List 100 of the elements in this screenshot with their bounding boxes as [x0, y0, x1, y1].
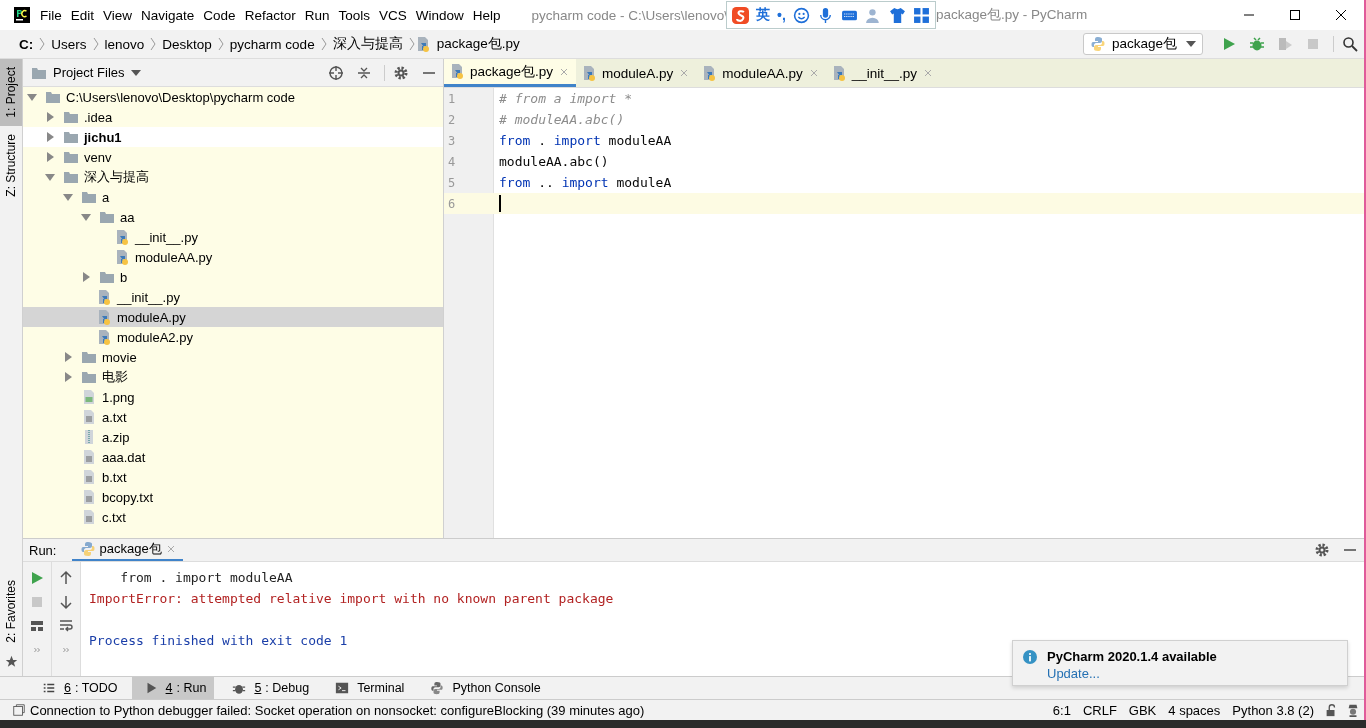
tree-item[interactable]: venv	[23, 147, 443, 167]
run-icon[interactable]	[1221, 36, 1237, 52]
inspector-icon[interactable]	[1346, 703, 1360, 717]
tool-window-tab[interactable]: 2: Favorites	[0, 572, 22, 651]
line-number: 1	[447, 91, 457, 106]
menu-item[interactable]: Navigate	[141, 7, 195, 23]
collapsed-arrow-icon[interactable]	[45, 132, 55, 142]
menu-item[interactable]: VCS	[378, 7, 407, 23]
tree-item[interactable]: aaa.dat	[23, 447, 443, 467]
caret-icon	[1186, 41, 1196, 47]
maximize-icon[interactable]	[1289, 9, 1301, 21]
tree-item[interactable]: b	[23, 267, 443, 287]
tool-window-button[interactable]: 5 : Debug	[220, 677, 318, 699]
bug-icon[interactable]	[1249, 36, 1265, 52]
line-number: 5	[447, 175, 457, 190]
rerun-icon[interactable]	[29, 570, 45, 586]
tree-item[interactable]: movie	[23, 347, 443, 367]
tool-window-button[interactable]: Python Console	[418, 677, 549, 699]
python-icon	[1089, 36, 1106, 52]
editor-tab[interactable]: package包.py	[444, 59, 577, 87]
shirt-icon[interactable]	[888, 6, 906, 24]
tree-item[interactable]: 1.png	[23, 387, 443, 407]
code-line: from . import moduleAA	[499, 133, 672, 148]
ime-language[interactable]: 英	[756, 6, 771, 24]
menu-item[interactable]: Tools	[338, 7, 370, 23]
editor-tab[interactable]: moduleA.py	[576, 59, 697, 87]
tree-item[interactable]: 电影	[23, 367, 443, 387]
status-item[interactable]: CRLF	[1082, 702, 1117, 718]
collapsed-arrow-icon[interactable]	[63, 372, 73, 382]
tree-item[interactable]: moduleA.py	[23, 307, 443, 327]
collapsed-arrow-icon[interactable]	[45, 112, 55, 122]
settings-icon[interactable]	[1314, 542, 1330, 558]
status-item[interactable]: GBK	[1128, 702, 1157, 718]
menu-item[interactable]: Code	[203, 7, 236, 23]
breadcrumb[interactable]: Users	[51, 36, 87, 52]
breadcrumb[interactable]: 深入与提高	[332, 35, 403, 53]
editor-tab[interactable]: moduleAA.py	[696, 59, 826, 87]
code-line: # moduleAA.abc()	[499, 112, 625, 127]
tool-window-tab[interactable]: Z: Structure	[0, 125, 22, 205]
tree-item[interactable]: C:\Users\lenovo\Desktop\pycharm code	[23, 87, 443, 107]
tree-item[interactable]: moduleA2.py	[23, 327, 443, 347]
smiley-icon[interactable]	[792, 6, 810, 24]
tree-item[interactable]: aa	[23, 207, 443, 227]
tree-item[interactable]: __init__.py	[23, 287, 443, 307]
collapsed-arrow-icon[interactable]	[63, 352, 73, 362]
tool-window-button[interactable]: Terminal	[323, 677, 413, 699]
breadcrumb[interactable]: pycharm code	[229, 36, 315, 52]
file-name: a.txt	[102, 409, 127, 425]
editor-tab[interactable]: __init__.py	[825, 59, 940, 87]
breadcrumb[interactable]: package包.py	[436, 35, 520, 53]
caret-icon[interactable]	[130, 69, 141, 76]
tree-item[interactable]: 深入与提高	[23, 167, 443, 187]
notification-title: PyCharm 2020.1.4 available	[1047, 649, 1217, 664]
expanded-arrow-icon[interactable]	[45, 172, 55, 182]
ime-punctuation[interactable]: •,	[777, 7, 786, 23]
tree-item[interactable]: a.txt	[23, 407, 443, 427]
status-item[interactable]: Python 3.8 (2)	[1232, 702, 1314, 718]
expanded-arrow-icon[interactable]	[81, 212, 91, 222]
tree-item[interactable]: a.zip	[23, 427, 443, 447]
status-item[interactable]: 6:1	[1052, 702, 1071, 718]
expanded-arrow-icon[interactable]	[27, 92, 37, 102]
close-icon[interactable]	[1335, 9, 1347, 21]
status-item[interactable]: 4 spaces	[1168, 702, 1221, 718]
menu-item[interactable]: Run	[304, 7, 330, 23]
status-toggle-icon[interactable]	[12, 703, 26, 717]
search-icon[interactable]	[1333, 36, 1358, 52]
collapsed-arrow-icon[interactable]	[81, 272, 91, 282]
crosshair-icon[interactable]	[328, 64, 344, 81]
tool-window-tab[interactable]: 1: Project	[0, 59, 22, 126]
tree-item[interactable]: jichu1	[23, 127, 443, 147]
layout-icon[interactable]	[29, 618, 45, 634]
tree-item[interactable]: c.txt	[23, 507, 443, 527]
expanded-arrow-icon[interactable]	[63, 192, 73, 202]
tree-item[interactable]: __init__.py	[23, 227, 443, 247]
menu-item[interactable]: Help	[472, 7, 501, 23]
soft-wrap-icon[interactable]	[58, 618, 74, 634]
menu-item[interactable]: Edit	[70, 7, 95, 23]
up-arrow-icon[interactable]	[58, 570, 74, 586]
tool-window-button[interactable]: 6 : TODO	[30, 677, 126, 699]
breadcrumb[interactable]: lenovo	[104, 36, 145, 52]
user-card-icon[interactable]	[864, 6, 882, 24]
project-view-selector[interactable]: Project Files	[53, 65, 125, 80]
menu-item[interactable]: Refactor	[244, 7, 296, 23]
tree-item[interactable]: b.txt	[23, 467, 443, 487]
menu-item[interactable]: View	[103, 7, 133, 23]
menu-item[interactable]: Window	[415, 7, 464, 23]
breadcrumb[interactable]: Desktop	[162, 36, 212, 52]
down-arrow-icon[interactable]	[58, 594, 74, 610]
tree-item[interactable]: .idea	[23, 107, 443, 127]
tree-item[interactable]: moduleAA.py	[23, 247, 443, 267]
tree-item[interactable]: a	[23, 187, 443, 207]
grid-icon[interactable]	[912, 6, 930, 24]
tool-window-button[interactable]: 4 : Run	[131, 677, 215, 699]
menu-item[interactable]: File	[40, 7, 62, 23]
tree-item[interactable]: bcopy.txt	[23, 487, 443, 507]
update-link[interactable]: Update...	[1047, 666, 1217, 681]
collapsed-arrow-icon[interactable]	[45, 152, 55, 162]
breadcrumb[interactable]: C:	[19, 36, 34, 52]
run-configuration-dropdown[interactable]: package包	[1082, 33, 1203, 55]
unlock-icon[interactable]	[1324, 703, 1338, 717]
